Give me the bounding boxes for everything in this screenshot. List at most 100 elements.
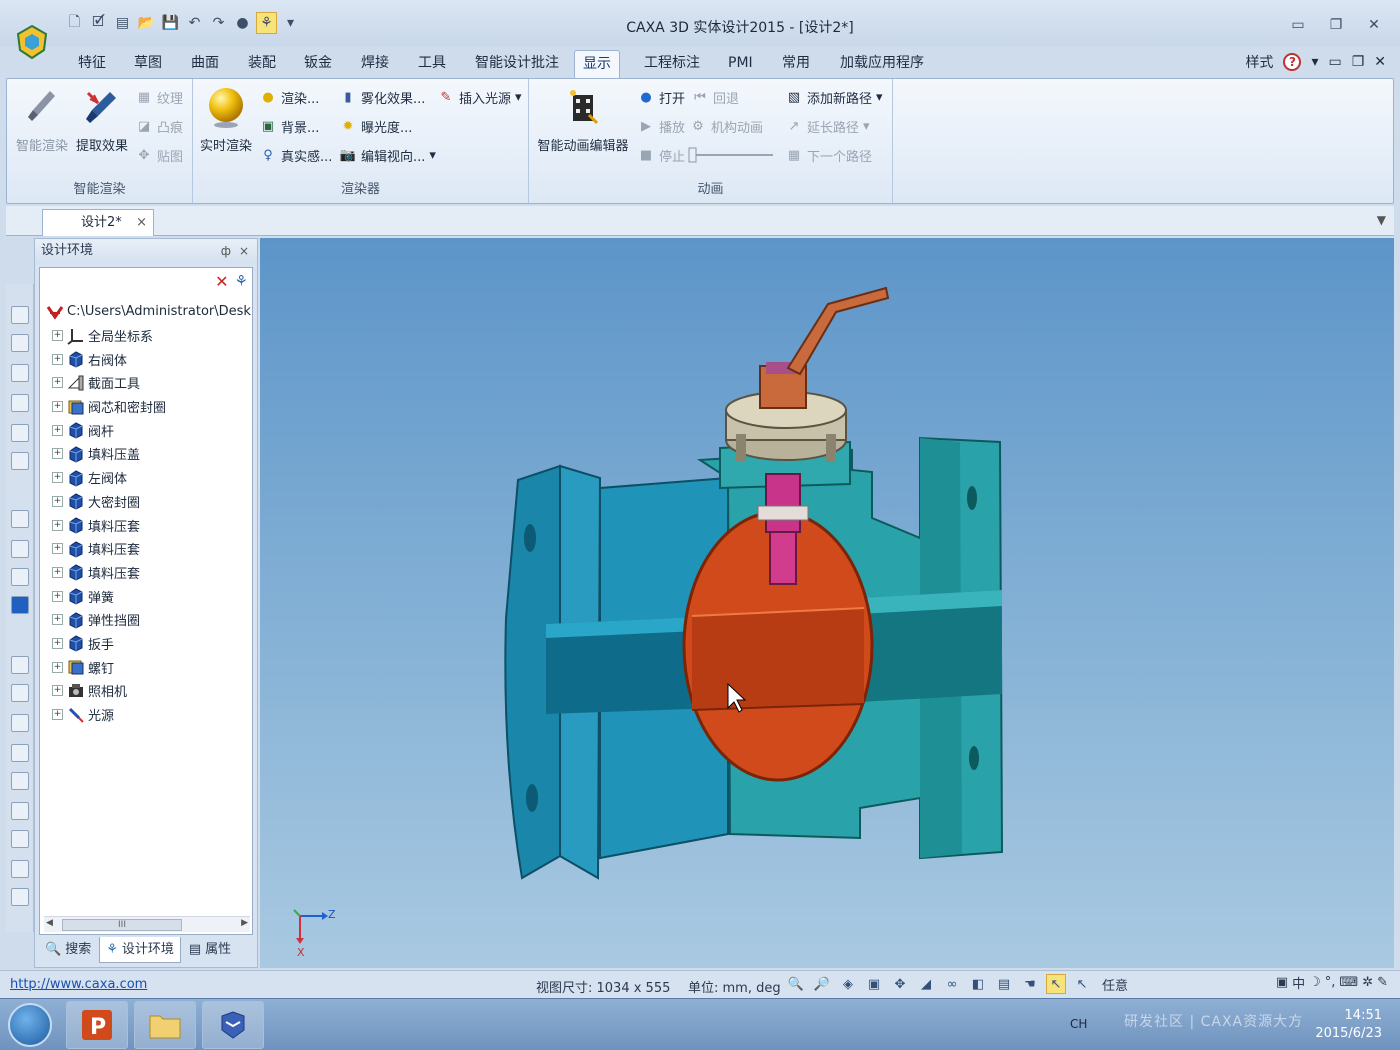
texture-button[interactable]: ▦ 纹理 bbox=[135, 85, 183, 109]
3d-viewport[interactable]: Z X bbox=[260, 238, 1394, 968]
scroll-left-icon[interactable]: ◀ bbox=[46, 918, 53, 928]
bump-button[interactable]: ◪ 凸痕 bbox=[135, 114, 183, 138]
edit-view-dropdown-icon[interactable]: ▾ bbox=[429, 148, 436, 163]
tree-expand-icon[interactable]: + bbox=[52, 685, 63, 697]
tree-expand-icon[interactable]: + bbox=[52, 637, 63, 649]
delete-icon[interactable]: ✕ bbox=[215, 272, 228, 291]
ime-settings-icon[interactable]: ✲ bbox=[1362, 975, 1373, 990]
tree-expand-icon[interactable]: + bbox=[52, 566, 63, 578]
save-icon[interactable]: 💾 bbox=[160, 12, 181, 34]
strip-tool-icon[interactable] bbox=[11, 510, 29, 528]
tree-item[interactable]: + 截面工具 bbox=[44, 371, 252, 395]
tree-root-item[interactable]: C:\Users\Administrator\Desk bbox=[44, 300, 252, 324]
render-mode-icon[interactable]: ◧ bbox=[968, 974, 988, 994]
tree-options-icon[interactable]: ⚘ bbox=[235, 272, 248, 291]
ribbon-close-icon[interactable]: ✕ bbox=[1374, 54, 1386, 70]
ime-tool-icon[interactable]: ✎ bbox=[1377, 975, 1388, 990]
tab-tools[interactable]: 工具 bbox=[410, 50, 454, 78]
tree-item[interactable]: + 填料压套 bbox=[44, 561, 252, 585]
tree-expand-icon[interactable]: + bbox=[52, 472, 63, 484]
document-tab-design2[interactable]: 设计2* × bbox=[42, 209, 154, 236]
tree-expand-icon[interactable]: + bbox=[52, 709, 63, 721]
dynamic-view-icon[interactable]: ∞ bbox=[942, 974, 962, 994]
tree-item[interactable]: + 阀芯和密封圈 bbox=[44, 395, 252, 419]
extend-path-dropdown-icon[interactable]: ▾ bbox=[863, 119, 870, 134]
tree-expand-icon[interactable]: + bbox=[52, 330, 63, 342]
tree-item[interactable]: + 填料压套 bbox=[44, 513, 252, 537]
mechanism-animation-button[interactable]: ⚙ 机构动画 bbox=[689, 114, 763, 138]
panel-close-icon[interactable]: × bbox=[239, 239, 249, 263]
tree-item[interactable]: + 螺钉 bbox=[44, 655, 252, 679]
animation-timeline-slider[interactable] bbox=[687, 143, 775, 167]
tab-pmi[interactable]: PMI bbox=[720, 50, 761, 78]
tree-expand-icon[interactable]: + bbox=[52, 590, 63, 602]
system-clock[interactable]: 14:51 2015/6/23 bbox=[1315, 1007, 1382, 1043]
wrench-handle[interactable] bbox=[759, 286, 890, 409]
tree-item[interactable]: + 全局坐标系 bbox=[44, 324, 252, 348]
selection-filter[interactable]: 任意 bbox=[1102, 975, 1128, 994]
strip-tool-icon[interactable] bbox=[11, 860, 29, 878]
undo-icon[interactable]: ↶ bbox=[184, 12, 205, 34]
hand-select-icon[interactable]: ☚ bbox=[1020, 974, 1040, 994]
tree-item[interactable]: + 弹性挡圈 bbox=[44, 608, 252, 632]
decal-button[interactable]: ✥ 贴图 bbox=[135, 143, 183, 167]
tab-surface[interactable]: 曲面 bbox=[183, 50, 227, 78]
fea-icon[interactable] bbox=[11, 568, 29, 586]
language-indicator[interactable]: CH bbox=[1070, 1017, 1087, 1031]
strip-tool-icon[interactable] bbox=[11, 424, 29, 442]
strip-tool-icon[interactable] bbox=[11, 744, 29, 762]
tree-expand-icon[interactable]: + bbox=[52, 401, 63, 413]
animation-open-button[interactable]: ● 打开 bbox=[637, 85, 685, 109]
tree-expand-icon[interactable]: + bbox=[52, 353, 63, 365]
strip-tool-icon[interactable] bbox=[11, 888, 29, 906]
tree-expand-icon[interactable]: + bbox=[52, 661, 63, 673]
strip-tool-icon[interactable] bbox=[11, 684, 29, 702]
next-path-button[interactable]: ▦ 下一个路径 bbox=[785, 143, 872, 167]
document-tab-close-icon[interactable]: × bbox=[136, 210, 147, 235]
customize-qat-icon[interactable]: ▾ bbox=[280, 12, 301, 34]
zoom-icon[interactable]: 🔍 bbox=[786, 974, 806, 994]
taskbar-caxa-app[interactable] bbox=[202, 1001, 264, 1049]
scroll-right-icon[interactable]: ▶ bbox=[241, 918, 248, 928]
maximize-icon[interactable]: ❐ bbox=[1320, 12, 1352, 38]
tab-engineering-dims[interactable]: 工程标注 bbox=[636, 50, 708, 78]
taskbar-explorer-app[interactable] bbox=[134, 1001, 196, 1049]
animation-play-button[interactable]: ▶ 播放 bbox=[637, 114, 685, 138]
strip-tool-icon[interactable] bbox=[11, 802, 29, 820]
tab-display[interactable]: 显示 bbox=[574, 50, 620, 78]
strip-tool-icon[interactable] bbox=[11, 306, 29, 324]
tree-expand-icon[interactable]: + bbox=[52, 614, 63, 626]
extract-effect-button[interactable]: 提取效果 bbox=[71, 85, 133, 154]
realtime-render-button[interactable]: 实时渲染 bbox=[195, 85, 257, 154]
tab-common[interactable]: 常用 bbox=[774, 50, 818, 78]
tab-sketch[interactable]: 草图 bbox=[126, 50, 170, 78]
look-at-icon[interactable]: ◢ bbox=[916, 974, 936, 994]
animation-rewind-button[interactable]: ⏮ 回退 bbox=[691, 85, 739, 109]
strip-tool-icon[interactable] bbox=[11, 452, 29, 470]
tab-welding[interactable]: 焊接 bbox=[353, 50, 397, 78]
tree-expand-icon[interactable]: + bbox=[52, 519, 63, 531]
help-icon[interactable]: ? bbox=[1283, 53, 1302, 71]
scroll-thumb[interactable]: III bbox=[62, 919, 182, 931]
close-icon[interactable]: ✕ bbox=[1358, 12, 1390, 38]
strip-tool-icon[interactable] bbox=[11, 596, 29, 614]
ime-moon-icon[interactable]: ☽ bbox=[1309, 975, 1321, 990]
strip-tool-icon[interactable] bbox=[11, 656, 29, 674]
insert-light-dropdown-icon[interactable]: ▾ bbox=[515, 90, 522, 105]
new-drawing-icon[interactable]: ▤ bbox=[112, 12, 133, 34]
insert-light-button[interactable]: ✎ 插入光源 ▾ bbox=[437, 85, 522, 109]
orbit-icon[interactable]: ◈ bbox=[838, 974, 858, 994]
tree-expand-icon[interactable]: + bbox=[52, 495, 63, 507]
open-folder-icon[interactable]: 📂 bbox=[136, 12, 157, 34]
strip-tool-icon[interactable] bbox=[11, 830, 29, 848]
pan-icon[interactable]: ✥ bbox=[890, 974, 910, 994]
tree-item[interactable]: + 填料压盖 bbox=[44, 442, 252, 466]
zoom-window-icon[interactable]: 🔎 bbox=[812, 974, 832, 994]
tree-expand-icon[interactable]: + bbox=[52, 543, 63, 555]
new-design-icon[interactable]: 🗹 bbox=[88, 12, 109, 34]
tree-expand-icon[interactable]: + bbox=[52, 377, 63, 389]
view-cube-icon[interactable]: ▣ bbox=[864, 974, 884, 994]
tree-item[interactable]: + 照相机 bbox=[44, 679, 252, 703]
panel-pin-icon[interactable]: ф bbox=[221, 239, 231, 263]
tree-horizontal-scrollbar[interactable]: ◀ III ▶ bbox=[44, 916, 250, 932]
